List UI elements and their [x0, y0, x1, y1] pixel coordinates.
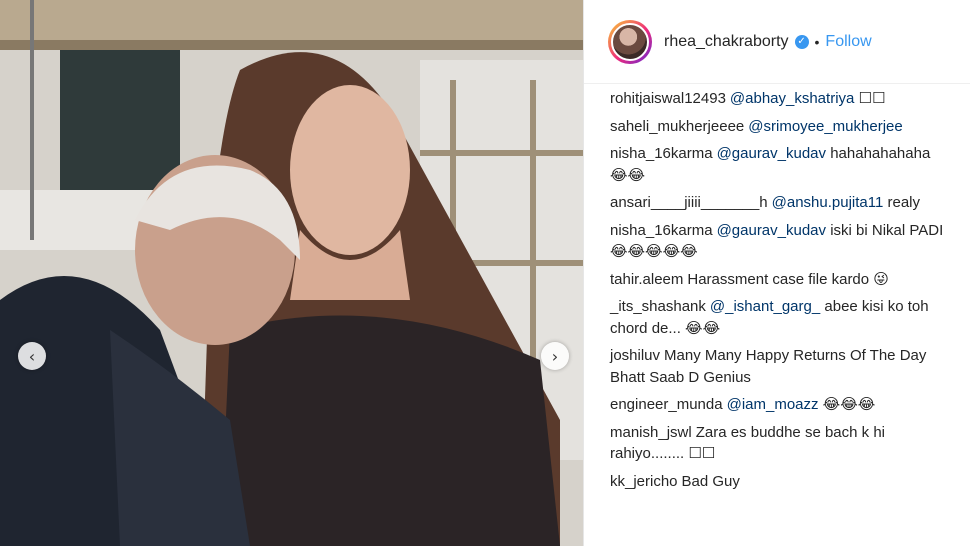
post-header: rhea_chakraborty ✓ • Follow [584, 0, 970, 84]
comment-text: ☐☐ [854, 90, 886, 107]
verified-badge-icon: ✓ [794, 34, 809, 49]
comment: rohitjaiswal12493 @abhay_kshatriya ☐☐ [610, 88, 950, 110]
post-photo: ‹ › [0, 0, 583, 546]
post-sidebar: rhea_chakraborty ✓ • Follow rohitjaiswal… [583, 0, 970, 546]
comment-user[interactable]: manish_jswl [610, 424, 692, 441]
comment-user[interactable]: _its_shashank [610, 298, 706, 315]
comment: nisha_16karma @gaurav_kudav hahahahahaha … [610, 143, 950, 186]
comment-mention[interactable]: @abhay_kshatriya [730, 90, 854, 107]
comment-text: 😂😂😂 [818, 396, 876, 413]
comment-text: Bad Guy [681, 472, 740, 490]
avatar[interactable] [608, 19, 652, 64]
comment-mention[interactable]: @gaurav_kudav [717, 145, 826, 162]
comment: manish_jswl Zara es buddhe se bach k hi r… [610, 422, 950, 465]
comment: _its_shashank @_ishant_garg_ abee kisi ko… [610, 296, 950, 339]
comment-user[interactable]: ansari____jiiii_______h [610, 194, 768, 211]
comment-user[interactable]: joshiluv [610, 347, 660, 364]
comment: engineer_munda @iam_moazz 😂😂😂 [610, 394, 950, 416]
comment: ansari____jiiii_______h @anshu.pujita11 r… [610, 192, 950, 214]
comment-user[interactable]: saheli_mukherjeeee [610, 118, 744, 135]
comments-list: rohitjaiswal12493 @abhay_kshatriya ☐☐ sah… [584, 84, 970, 492]
carousel-prev-button[interactable]: ‹ [18, 342, 46, 370]
comment-user[interactable]: nisha_16karma [610, 222, 713, 239]
comment-mention[interactable]: @srimoyee_mukherjee [748, 118, 902, 135]
comment: saheli_mukherjeeee @srimoyee_mukherjee [610, 116, 950, 138]
chevron-right-icon: › [551, 346, 559, 366]
comment-text: Harassment case file kardo 😜 [687, 270, 889, 288]
follow-button[interactable]: Follow [825, 33, 871, 51]
comment: tahir.aleem Harassment case file kardo 😜 [610, 269, 950, 291]
comment-mention[interactable]: @_ishant_garg_ [710, 298, 820, 315]
chevron-left-icon: ‹ [28, 346, 36, 366]
post-username[interactable]: rhea_chakraborty [664, 33, 789, 51]
avatar-image [611, 22, 649, 61]
comment-mention[interactable]: @gaurav_kudav [717, 222, 826, 239]
comment-user[interactable]: rohitjaiswal12493 [610, 90, 726, 107]
separator-dot: • [814, 33, 820, 50]
comment: kk_jericho Bad Guy [610, 471, 950, 493]
comment: joshiluv Many Many Happy Returns Of The D… [610, 345, 950, 388]
comment-user[interactable]: tahir.aleem [610, 271, 683, 288]
comment-text: realy [883, 194, 921, 211]
photo-illustration [0, 0, 583, 546]
comment-user[interactable]: kk_jericho [610, 473, 678, 490]
comment-user[interactable]: engineer_munda [610, 396, 723, 413]
comment-mention[interactable]: @anshu.pujita11 [772, 194, 884, 211]
carousel-next-button[interactable]: › [541, 342, 569, 370]
comment-user[interactable]: nisha_16karma [610, 145, 713, 162]
comment-mention[interactable]: @iam_moazz [727, 396, 819, 413]
comment: nisha_16karma @gaurav_kudav iski bi Nikal… [610, 220, 950, 263]
